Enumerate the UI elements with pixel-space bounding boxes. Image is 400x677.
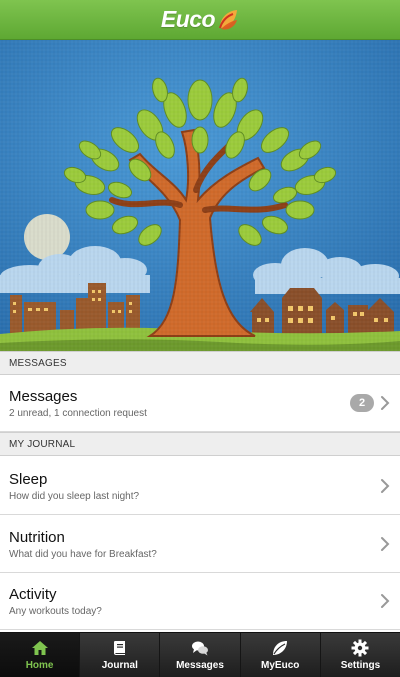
list-item-activity[interactable]: Activity Any workouts today? xyxy=(0,573,400,630)
logo-text: Euco xyxy=(160,6,216,32)
tree-city-illustration xyxy=(0,40,400,351)
item-title: Nutrition xyxy=(9,528,65,546)
section-title: MESSAGES xyxy=(9,357,67,369)
item-subtitle: Any workouts today? xyxy=(9,605,102,617)
tab-home[interactable]: Home xyxy=(0,633,81,677)
item-title: Sleep xyxy=(9,470,48,488)
home-icon xyxy=(31,641,48,655)
app-header: Euco xyxy=(0,0,400,40)
chevron-right-icon xyxy=(381,537,390,551)
tab-label: Messages xyxy=(176,660,224,671)
list-item-nutrition[interactable]: Nutrition What did you have for Breakfas… xyxy=(0,516,400,573)
leaf-icon xyxy=(273,641,288,655)
list-item-sleep[interactable]: Sleep How did you sleep last night? xyxy=(0,458,400,515)
item-subtitle: What did you have for Breakfast? xyxy=(9,548,157,560)
chevron-right-icon xyxy=(381,594,390,608)
tab-journal[interactable]: Journal xyxy=(80,633,161,677)
leaf-logo-icon xyxy=(219,9,238,30)
section-header-journal: MY JOURNAL xyxy=(0,432,400,456)
tab-label: Home xyxy=(25,660,54,671)
tab-myeuco[interactable]: MyEuco xyxy=(241,633,321,677)
chevron-right-icon xyxy=(381,396,390,410)
chevron-right-icon xyxy=(381,479,390,493)
item-title: Activity xyxy=(9,585,57,603)
item-subtitle: 2 unread, 1 connection request xyxy=(9,407,147,419)
tab-label: MyEuco xyxy=(261,660,300,671)
bottom-tab-bar: Home Journal Messages MyEuco Settings xyxy=(0,632,400,677)
gear-icon xyxy=(351,639,369,657)
book-icon xyxy=(113,641,125,655)
tab-messages[interactable]: Messages xyxy=(160,633,241,677)
section-header-messages: MESSAGES xyxy=(0,351,400,375)
list-item-messages[interactable]: Messages 2 unread, 1 connection request … xyxy=(0,375,400,432)
chat-bubbles-icon xyxy=(192,641,208,656)
tab-settings[interactable]: Settings xyxy=(321,633,400,677)
tab-label: Journal xyxy=(101,660,138,671)
unread-count-badge: 2 xyxy=(350,394,374,412)
item-title: Messages xyxy=(9,387,78,405)
hero-illustration xyxy=(0,40,400,351)
tab-label: Settings xyxy=(340,660,381,671)
section-title: MY JOURNAL xyxy=(9,438,76,450)
app-logo: Euco xyxy=(161,6,239,33)
item-subtitle: How did you sleep last night? xyxy=(9,490,140,502)
